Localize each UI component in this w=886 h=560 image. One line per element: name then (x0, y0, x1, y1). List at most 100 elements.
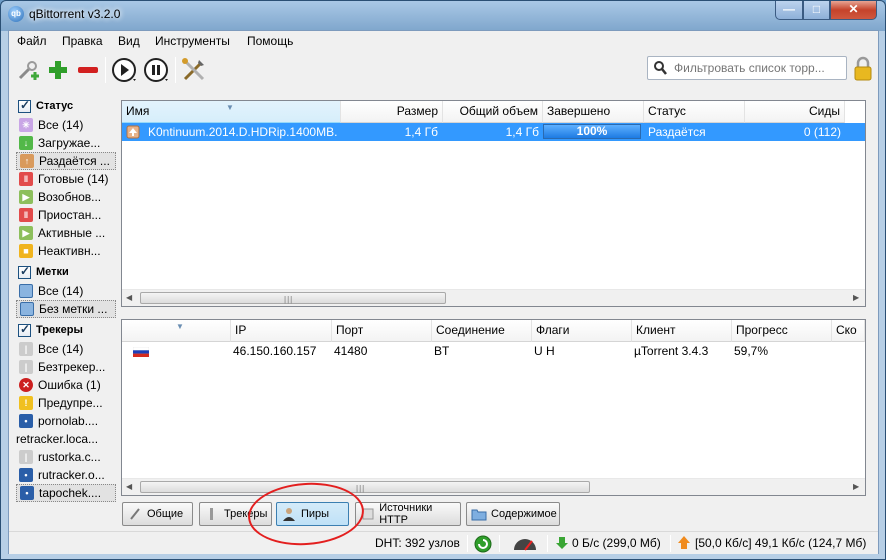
peers-list[interactable]: ▼ IP Порт Соединение Флаги Клиент Прогре… (121, 319, 866, 496)
checkbox[interactable] (18, 98, 31, 113)
peer-connection: BT (434, 344, 450, 358)
status-filter-item[interactable]: ↑ Раздаётся ... (16, 152, 116, 170)
tab-general[interactable]: Общие (122, 502, 193, 526)
torrent-row[interactable]: K0ntinuum.2014.D.HDRip.1400MB... 1,4 Гб … (122, 123, 865, 141)
scroll-right-icon[interactable]: ▶ (853, 482, 859, 491)
search-box[interactable] (647, 56, 847, 80)
peer-row[interactable]: 46.150.160.157 41480 BT U H µTorrent 3.4… (122, 342, 865, 360)
grip-icon: ||| (356, 484, 366, 493)
column-header-connection[interactable]: Соединение (432, 320, 532, 342)
column-header-name[interactable]: ▼ Имя (122, 101, 341, 123)
status-filter-item[interactable]: ‖ Приостан... (16, 206, 116, 224)
title-bar[interactable]: qb qBittorrent v3.2.0 — □ ✕ (1, 1, 885, 29)
trackers-section-header[interactable]: Трекеры (18, 321, 83, 339)
status-filter-item[interactable]: ▶ Возобнов... (16, 188, 116, 206)
status-filter-item[interactable]: ▶ Активные ... (16, 224, 116, 242)
peers-icon (281, 506, 297, 522)
sidebar-item-label: Неактивн... (38, 244, 101, 258)
tools-icon (182, 58, 205, 81)
scroll-left-icon[interactable]: ◀ (126, 293, 132, 302)
torrent-list-hscrollbar[interactable]: ◀ ||| ▶ (122, 289, 865, 306)
column-header-speed[interactable]: Ско (832, 320, 865, 342)
status-filter-item[interactable]: ✳ Все (14) (16, 116, 116, 134)
grip-icon: ||| (284, 295, 294, 304)
torrent-total: 1,4 Гб (505, 125, 539, 139)
checkbox[interactable] (18, 264, 31, 279)
column-header-size[interactable]: Размер (341, 101, 443, 123)
scroll-thumb[interactable]: ||| (140, 481, 590, 493)
column-header-flags[interactable]: Флаги (532, 320, 632, 342)
tab-trackers[interactable]: Трекеры (199, 502, 272, 526)
upload-icon: ↑ (20, 154, 34, 168)
tracker-filter-item[interactable]: ! Предупре... (16, 394, 116, 412)
sidebar-item-label: Ошибка (1) (38, 378, 101, 392)
folder-icon (19, 284, 33, 298)
scroll-right-icon[interactable]: ▶ (853, 293, 859, 302)
tracker-filter-item[interactable]: • tapochek.... (16, 484, 116, 502)
folder-icon (20, 302, 34, 316)
minus-icon (78, 67, 98, 73)
tab-content[interactable]: Содержимое (466, 502, 560, 526)
main-client-area: Файл Правка Вид Инструменты Помощь Фильт… (8, 30, 879, 554)
menu-help[interactable]: Помощь (247, 34, 293, 48)
tab-http-sources[interactable]: Источники HTTP (355, 502, 461, 526)
column-header-seeds[interactable]: Сиды (745, 101, 845, 123)
pause-button[interactable] (142, 56, 170, 84)
column-header-ip[interactable]: IP (231, 320, 332, 342)
speed-limit-icon[interactable] (512, 535, 538, 551)
peers-list-hscrollbar[interactable]: ◀ ||| ▶ (122, 478, 865, 495)
search-input[interactable] (674, 60, 844, 76)
add-link-button[interactable] (14, 56, 42, 84)
tracker-filter-item[interactable]: • rutracker.o... (16, 466, 116, 484)
scroll-left-icon[interactable]: ◀ (126, 482, 132, 491)
tracker-filter-item[interactable]: | rustorka.c... (16, 448, 116, 466)
menu-view[interactable]: Вид (118, 34, 140, 48)
labels-section-header[interactable]: Метки (18, 263, 69, 281)
options-button[interactable] (180, 56, 208, 84)
menu-edit[interactable]: Правка (62, 34, 103, 48)
status-filter-item[interactable]: ‖ Готовые (14) (16, 170, 116, 188)
download-speed[interactable]: 0 Б/с (299,0 Мб) (572, 536, 661, 550)
status-filter-item[interactable]: ↓ Загружае... (16, 134, 116, 152)
tracker-icon: | (19, 360, 33, 374)
tab-label: Содержимое (491, 508, 557, 520)
connection-status-icon[interactable] (474, 535, 492, 553)
active-icon: ▶ (19, 226, 33, 240)
close-button[interactable]: ✕ (830, 1, 877, 20)
column-header-done[interactable]: Завершено (543, 101, 644, 123)
tracker-filter-item[interactable]: retracker.loca... (16, 430, 116, 448)
section-label: Трекеры (36, 324, 83, 336)
menu-tools[interactable]: Инструменты (155, 34, 230, 48)
lock-icon[interactable] (853, 56, 873, 82)
menu-file[interactable]: Файл (17, 34, 47, 48)
torrent-name: K0ntinuum.2014.D.HDRip.1400MB... (148, 125, 338, 139)
label-filter-item[interactable]: Без метки ... (16, 300, 116, 318)
column-header-progress[interactable]: Прогресс (732, 320, 832, 342)
checkbox[interactable] (18, 322, 31, 337)
remove-torrent-button[interactable] (74, 56, 102, 84)
column-header-flag[interactable]: ▼ (122, 320, 231, 342)
status-filter-item[interactable]: ■ Неактивн... (16, 242, 116, 260)
tracker-filter-item[interactable]: • pornolab.... (16, 412, 116, 430)
error-icon: ✕ (19, 378, 33, 392)
tracker-filter-item[interactable]: | Безтрекер... (16, 358, 116, 376)
column-header-port[interactable]: Порт (332, 320, 432, 342)
status-bar: DHT: 392 узлов 0 Б/с (299,0 Мб) [50,0 Кб… (9, 531, 878, 554)
resume-button[interactable] (110, 56, 138, 84)
maximize-button[interactable]: □ (803, 1, 830, 20)
upload-speed[interactable]: [50,0 Кб/с] 49,1 Кб/с (124,7 Мб) (695, 536, 866, 550)
tab-peers[interactable]: Пиры (276, 502, 349, 526)
column-header-total[interactable]: Общий объем (443, 101, 543, 123)
tracker-filter-item[interactable]: ✕ Ошибка (1) (16, 376, 116, 394)
status-separator (547, 535, 548, 552)
column-header-client[interactable]: Клиент (632, 320, 732, 342)
status-section-header[interactable]: Статус (18, 97, 73, 115)
label-filter-item[interactable]: Все (14) (16, 282, 116, 300)
tracker-filter-item[interactable]: | Все (14) (16, 340, 116, 358)
add-torrent-button[interactable] (44, 56, 72, 84)
torrent-list[interactable]: ▼ Имя Размер Общий объем Завершено Статус… (121, 100, 866, 307)
resume-icon: ▶ (19, 190, 33, 204)
column-header-status[interactable]: Статус (644, 101, 745, 123)
scroll-thumb[interactable]: ||| (140, 292, 446, 304)
minimize-button[interactable]: — (775, 1, 803, 20)
